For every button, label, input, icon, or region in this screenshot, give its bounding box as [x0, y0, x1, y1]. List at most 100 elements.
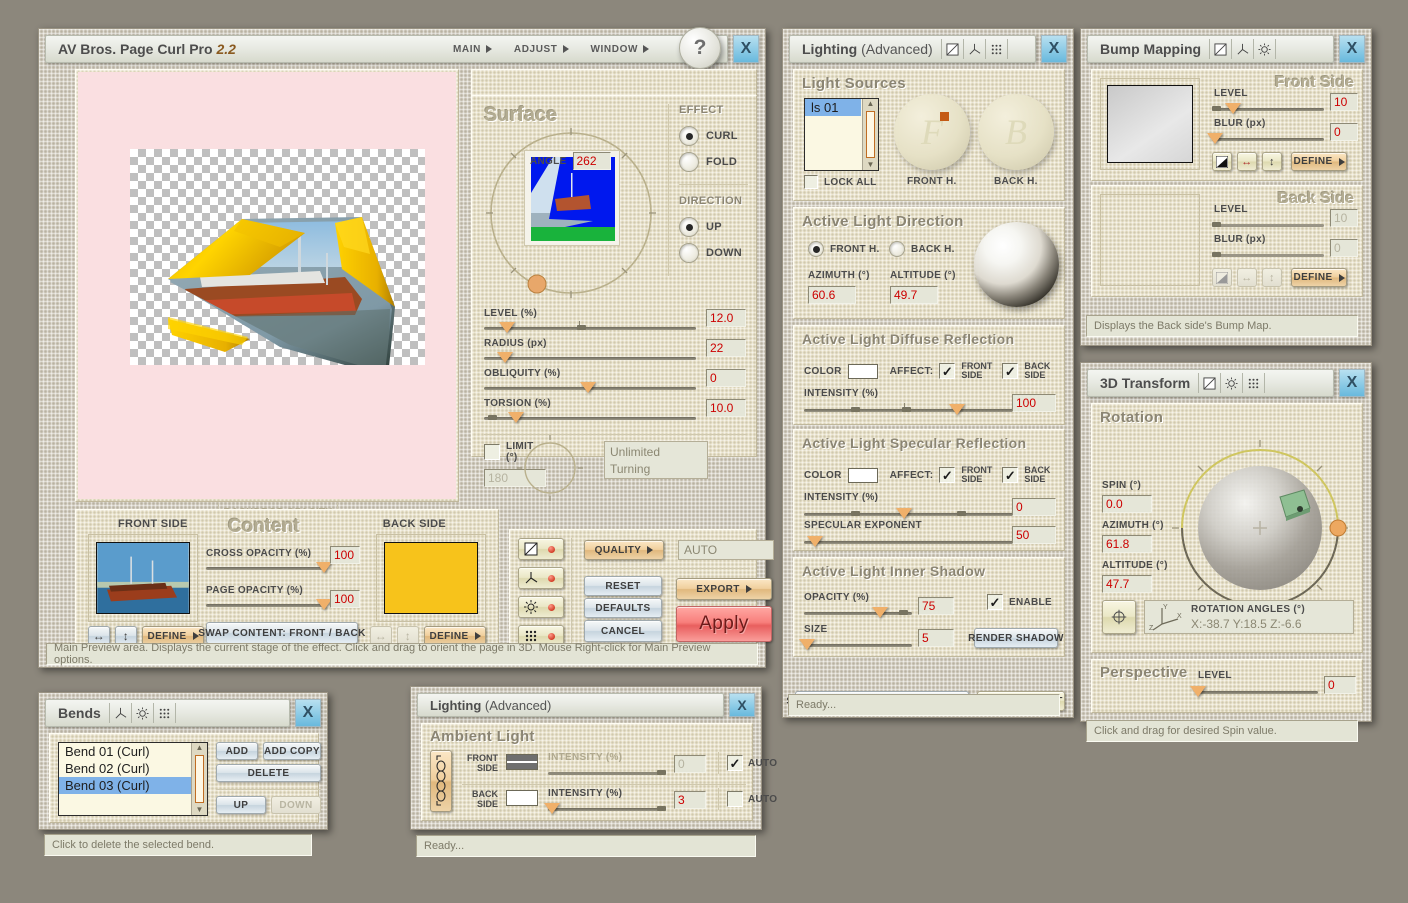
bump-back-blur-slider[interactable] — [1212, 249, 1324, 261]
transform-azimuth-input[interactable]: 61.8 — [1102, 535, 1152, 553]
move-bend-down-button[interactable]: DOWN — [271, 796, 321, 814]
transform-mode-button[interactable] — [518, 567, 564, 589]
diffuse-intensity-slider[interactable] — [804, 404, 1016, 416]
quality-button[interactable]: QUALITY — [584, 540, 664, 560]
surface-icon[interactable] — [1199, 373, 1221, 393]
bends-title-plate[interactable]: Bends — [45, 699, 290, 727]
light-direction-sphere[interactable] — [974, 222, 1059, 307]
ambient-back-intensity-input[interactable]: 3 — [674, 791, 706, 809]
list-item[interactable]: Bend 03 (Curl) — [59, 777, 191, 794]
diffuse-intensity-input[interactable]: 100 — [1012, 394, 1056, 412]
scroll-down-icon[interactable]: ▼ — [867, 160, 875, 170]
altitude-input[interactable]: 49.7 — [890, 286, 938, 304]
diffuse-color-swatch[interactable] — [848, 364, 878, 379]
perspective-level-input[interactable]: 0 — [1324, 676, 1356, 694]
light-sources-scrollbar[interactable]: ▲ ▼ — [862, 99, 878, 170]
bump-front-level-slider[interactable] — [1212, 103, 1324, 115]
help-button[interactable]: ? — [679, 27, 721, 69]
page-opacity-slider[interactable] — [206, 599, 324, 611]
shadow-size-input[interactable]: 5 — [918, 629, 954, 647]
bump-back-level-slider[interactable] — [1212, 219, 1324, 231]
specular-exponent-slider[interactable] — [804, 536, 1016, 548]
lighting-title-plate[interactable]: Lighting (Advanced) — [789, 35, 1036, 63]
page-opacity-input[interactable]: 100 — [330, 590, 360, 608]
add-bend-button[interactable]: ADD — [216, 742, 258, 760]
level-input[interactable]: 12.0 — [706, 309, 746, 327]
obliquity-input[interactable]: 0 — [706, 369, 746, 387]
limit-checkbox[interactable] — [484, 444, 500, 460]
specular-back-checkbox[interactable]: ✓ — [1002, 467, 1018, 483]
transform-icon[interactable] — [964, 39, 986, 59]
add-copy-bend-button[interactable]: ADD COPY — [263, 742, 321, 760]
link-sides-button[interactable] — [430, 750, 452, 812]
lighting-icon[interactable] — [1254, 39, 1276, 59]
specular-intensity-input[interactable]: 0 — [1012, 498, 1056, 516]
bump-back-flip-h-button[interactable]: ↔ — [1237, 268, 1257, 287]
move-bend-up-button[interactable]: UP — [216, 796, 266, 814]
ambient-front-intensity-slider[interactable] — [548, 767, 666, 779]
specular-exponent-input[interactable]: 50 — [1012, 526, 1056, 544]
ambient-front-auto-checkbox[interactable]: ✓ — [727, 755, 743, 771]
ambient-back-intensity-slider[interactable] — [548, 803, 666, 815]
specular-color-swatch[interactable] — [848, 468, 878, 483]
surface-icon[interactable] — [1210, 39, 1232, 59]
transform-title-plate[interactable]: 3D Transform — [1087, 369, 1334, 397]
apply-button[interactable]: Apply — [676, 606, 772, 642]
bump-front-preview-frame[interactable] — [1100, 78, 1200, 170]
bump-icon[interactable] — [1243, 373, 1265, 393]
transform-icon[interactable] — [110, 703, 132, 723]
bump-front-flip-v-button[interactable]: ↕ — [1262, 152, 1282, 171]
diffuse-back-checkbox[interactable]: ✓ — [1002, 363, 1018, 379]
transform-icon[interactable] — [1232, 39, 1254, 59]
scroll-thumb[interactable] — [195, 755, 204, 803]
scroll-thumb[interactable] — [866, 111, 875, 158]
bump-front-flip-h-button[interactable]: ↔ — [1237, 152, 1257, 171]
cross-opacity-input[interactable]: 100 — [330, 546, 360, 564]
bump-back-blur-input[interactable]: 0 — [1330, 239, 1358, 257]
defaults-button[interactable]: DEFAULTS — [584, 598, 662, 618]
lighting-icon[interactable] — [1221, 373, 1243, 393]
light-sources-list[interactable]: ls 01 ▲ ▼ — [804, 98, 879, 171]
surface-icon[interactable] — [942, 39, 964, 59]
back-hemisphere-ball[interactable]: B — [978, 94, 1054, 170]
ambient-title-plate[interactable]: Lighting (Advanced) — [417, 693, 724, 717]
reset-rotation-button[interactable] — [1102, 600, 1136, 634]
list-item[interactable]: Bend 01 (Curl) — [59, 743, 207, 760]
azimuth-input[interactable]: 60.6 — [808, 286, 856, 304]
lock-all-checkbox[interactable] — [804, 175, 818, 189]
transform-altitude-input[interactable]: 47.7 — [1102, 575, 1152, 593]
specular-intensity-slider[interactable] — [804, 508, 1016, 520]
bends-scrollbar[interactable]: ▲ ▼ — [191, 743, 207, 815]
spin-input[interactable]: 0.0 — [1102, 495, 1152, 513]
shadow-opacity-input[interactable]: 75 — [918, 597, 954, 615]
shadow-size-slider[interactable] — [804, 639, 912, 651]
bump-front-level-input[interactable]: 10 — [1330, 93, 1358, 111]
ambient-back-auto-checkbox[interactable] — [727, 791, 743, 807]
ambient-front-intensity-input[interactable]: 0 — [674, 755, 706, 773]
bump-back-gradient-button[interactable] — [1212, 268, 1232, 287]
radio-front-hemisphere[interactable] — [808, 241, 824, 257]
bump-back-level-input[interactable]: 10 — [1330, 209, 1358, 227]
lock-all-row[interactable]: LOCK ALL — [804, 175, 877, 189]
radio-up[interactable] — [679, 217, 699, 237]
cancel-button[interactable]: CANCEL — [584, 620, 662, 642]
bump-front-define-button[interactable]: DEFINE — [1291, 152, 1347, 171]
radio-fold[interactable] — [679, 152, 699, 172]
close-button[interactable]: X — [733, 35, 759, 63]
delete-bend-button[interactable]: DELETE — [216, 764, 321, 782]
bump-back-define-button[interactable]: DEFINE — [1291, 268, 1347, 287]
scroll-down-icon[interactable]: ▼ — [196, 805, 204, 815]
bump-icon[interactable] — [986, 39, 1008, 59]
angle-input[interactable]: 262 — [573, 152, 611, 170]
shadow-enable-checkbox[interactable]: ✓ — [987, 594, 1003, 610]
ambient-front-color-swatch[interactable] — [506, 754, 538, 770]
torsion-input[interactable]: 10.0 — [706, 399, 746, 417]
surface-mode-button[interactable] — [518, 538, 564, 560]
swap-content-button[interactable]: SWAP CONTENT: FRONT / BACK — [206, 622, 358, 644]
lighting-mode-button[interactable] — [518, 596, 564, 618]
close-button[interactable]: X — [1041, 35, 1067, 63]
ambient-back-color-swatch[interactable] — [506, 790, 538, 806]
bump-back-preview-frame[interactable] — [1100, 194, 1200, 286]
bump-front-blur-slider[interactable] — [1212, 133, 1324, 145]
main-preview-canvas[interactable] — [78, 72, 456, 499]
